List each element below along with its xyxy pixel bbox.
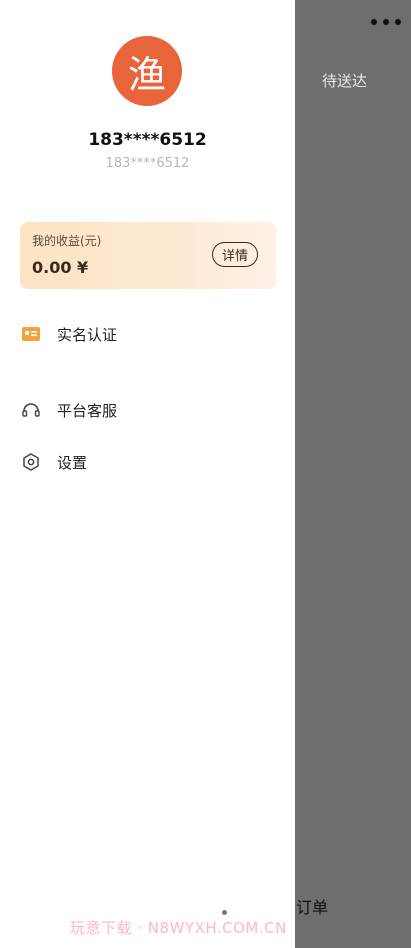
app-root: 待送达 订单 渔 183****6512 183****6512 我的收益(元)… <box>0 0 411 948</box>
user-phone-sub: 183****6512 <box>105 156 190 171</box>
avatar[interactable]: 渔 <box>112 36 182 106</box>
headset-icon <box>20 399 42 421</box>
menu-item-verification[interactable]: 实名认证 <box>20 318 275 350</box>
menu-item-label: 实名认证 <box>57 325 118 344</box>
menu-item-customer-service[interactable]: 平台客服 <box>20 394 275 426</box>
details-button[interactable]: 详情 <box>211 242 258 267</box>
more-options-icon[interactable] <box>371 12 401 32</box>
menu-item-label: 平台客服 <box>57 401 118 420</box>
id-card-icon <box>20 323 42 345</box>
home-indicator <box>222 910 227 915</box>
more-dot <box>383 19 389 25</box>
earnings-label: 我的收益(元) <box>32 234 102 248</box>
more-dot <box>395 19 401 25</box>
side-drawer: 渔 183****6512 183****6512 我的收益(元) 0.00 ¥… <box>0 0 295 948</box>
settings-icon <box>20 451 42 473</box>
menu-item-settings[interactable]: 设置 <box>20 446 275 478</box>
watermark: 玩意下载 · N8WYXH.COM.CN <box>70 919 287 937</box>
earnings-card: 我的收益(元) 0.00 ¥ 详情 <box>20 222 276 289</box>
menu-item-label: 设置 <box>57 453 88 472</box>
user-phone: 183****6512 <box>88 130 207 150</box>
tab-pending-delivery[interactable]: 待送达 <box>322 70 367 91</box>
earnings-value: 0.00 ¥ <box>32 258 89 277</box>
more-dot <box>371 19 377 25</box>
bottom-nav-orders[interactable]: 订单 <box>296 894 328 918</box>
avatar-text: 渔 <box>127 52 166 97</box>
